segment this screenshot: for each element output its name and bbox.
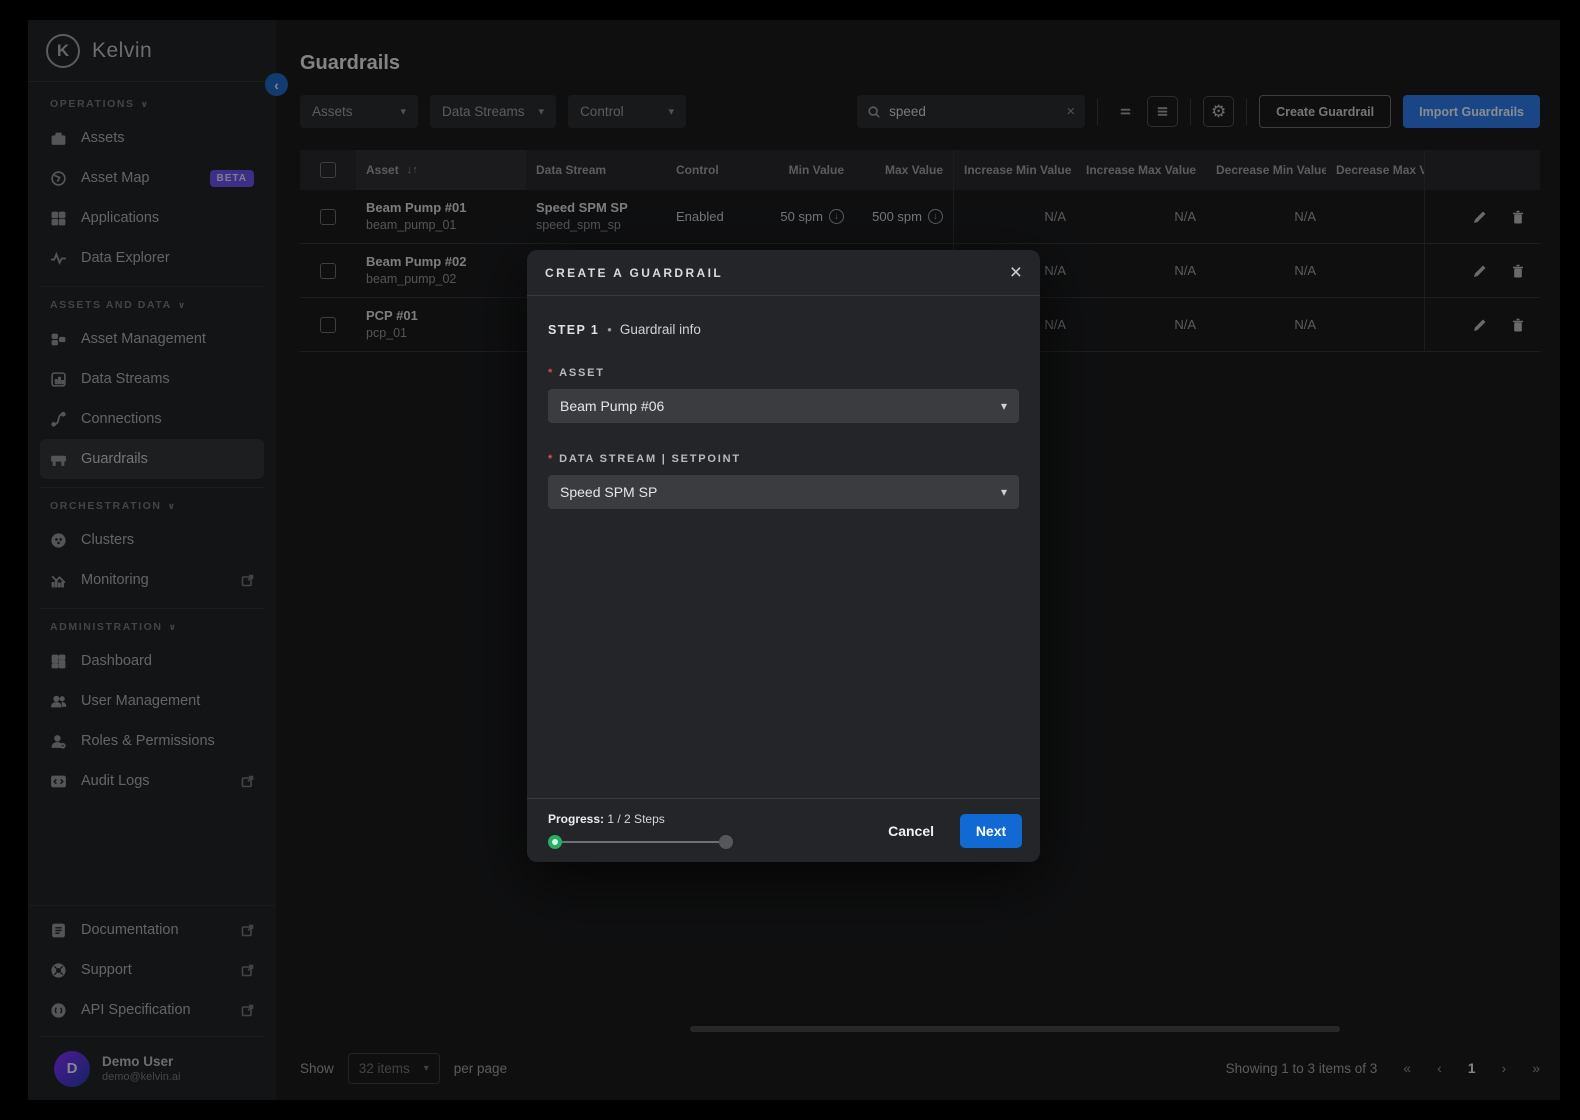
cancel-button[interactable]: Cancel (888, 823, 934, 839)
close-icon[interactable]: × (1010, 262, 1022, 283)
progress-indicator: Progress: 1 / 2 Steps (548, 812, 733, 849)
step-slider[interactable] (548, 835, 733, 849)
asset-select[interactable]: Beam Pump #06 ▾ (548, 389, 1019, 423)
data-stream-field-label: DATA STREAM | SETPOINT (559, 453, 741, 465)
step-title: Guardrail info (620, 322, 701, 337)
modal-body: STEP 1 • Guardrail info * ASSET Beam Pump… (527, 296, 1040, 798)
data-stream-field-group: * DATA STREAM | SETPOINT Speed SPM SP ▾ (548, 453, 1019, 509)
bullet-icon: • (607, 322, 612, 337)
progress-label: Progress: (548, 812, 604, 826)
step-2-dot[interactable] (719, 835, 733, 849)
data-stream-select-value: Speed SPM SP (560, 484, 657, 500)
required-asterisk: * (548, 453, 554, 465)
data-stream-select[interactable]: Speed SPM SP ▾ (548, 475, 1019, 509)
step-indicator: STEP 1 • Guardrail info (548, 322, 1019, 337)
modal-header: CREATE A GUARDRAIL × (527, 250, 1040, 296)
asset-select-value: Beam Pump #06 (560, 398, 664, 414)
required-asterisk: * (548, 367, 554, 379)
step-1-dot[interactable] (548, 835, 562, 849)
progress-text: 1 / 2 Steps (607, 812, 664, 826)
asset-field-label: ASSET (559, 367, 605, 379)
chevron-down-icon: ▾ (1001, 399, 1007, 413)
modal-title: CREATE A GUARDRAIL (545, 266, 723, 280)
create-guardrail-modal: CREATE A GUARDRAIL × STEP 1 • Guardrail … (527, 250, 1040, 862)
next-button[interactable]: Next (960, 814, 1022, 848)
chevron-down-icon: ▾ (1001, 485, 1007, 499)
asset-field-group: * ASSET Beam Pump #06 ▾ (548, 367, 1019, 423)
step-label: STEP 1 (548, 323, 599, 337)
modal-footer: Progress: 1 / 2 Steps Cancel Next (527, 798, 1040, 862)
slider-track (552, 841, 729, 843)
